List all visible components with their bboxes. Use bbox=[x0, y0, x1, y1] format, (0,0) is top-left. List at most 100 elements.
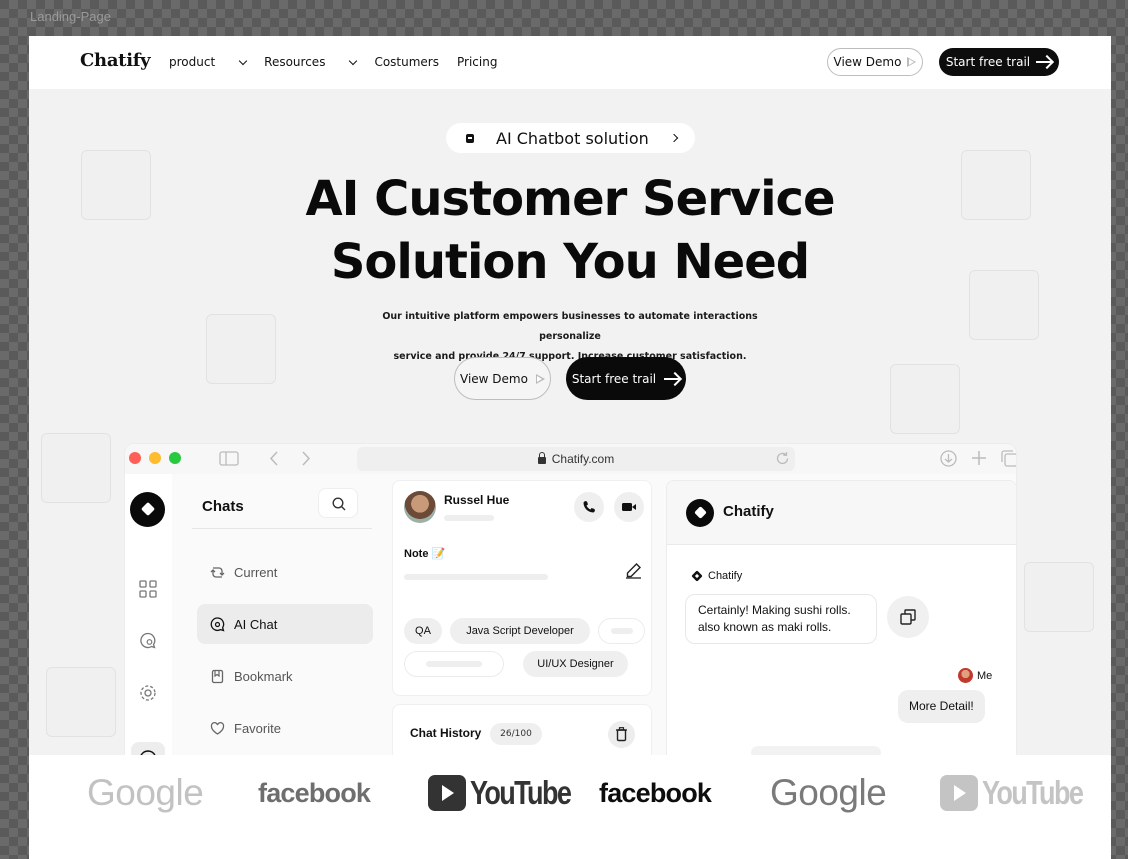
edit-icon[interactable] bbox=[625, 562, 642, 579]
logo-youtube-wordmark: YouTube bbox=[982, 774, 1084, 811]
chevron-right-icon bbox=[669, 133, 679, 143]
reload-icon[interactable] bbox=[775, 451, 790, 466]
hero-start-trial-label: Start free trail bbox=[571, 371, 657, 386]
forward-icon[interactable] bbox=[301, 451, 311, 466]
logo-google: Google bbox=[87, 772, 204, 813]
chevron-down-icon bbox=[349, 56, 358, 65]
conversation-panel: Chatify Chatify Certainly! Making sushi … bbox=[666, 480, 1016, 782]
pill-label: AI Chatbot solution bbox=[496, 128, 649, 148]
contact-profile-card: Russel Hue Note 📝 QA Java Script Develop… bbox=[392, 480, 652, 696]
chat-item-label: Favorite bbox=[234, 720, 281, 736]
nav-start-trial-label: Start free trail bbox=[945, 55, 1031, 69]
chat-item-current[interactable]: Current bbox=[197, 552, 373, 592]
brand-logo[interactable]: Chatify bbox=[80, 50, 151, 71]
youtube-play-icon bbox=[428, 775, 466, 811]
browser-toolbar: Chatify.com bbox=[125, 444, 1017, 474]
contact-name: Russel Hue bbox=[444, 493, 510, 507]
app-icon-rail: AI bbox=[125, 474, 172, 782]
tag-placeholder bbox=[598, 618, 645, 644]
bot-message-line1: Certainly! Making sushi rolls. bbox=[698, 603, 851, 617]
chat-item-ai-chat[interactable]: AI Chat bbox=[197, 604, 373, 644]
nav-pricing[interactable]: Pricing bbox=[457, 55, 497, 69]
nav-view-demo-button[interactable]: View Demo bbox=[827, 48, 923, 76]
heart-icon bbox=[210, 721, 225, 735]
decor-square bbox=[41, 433, 111, 503]
avatar bbox=[404, 491, 436, 523]
hero-subtitle: Our intuitive platform empowers business… bbox=[370, 307, 770, 367]
dashboard-icon[interactable] bbox=[139, 580, 157, 598]
play-icon bbox=[535, 373, 545, 384]
user-message: More Detail! bbox=[898, 690, 985, 723]
copy-button[interactable] bbox=[887, 596, 929, 638]
note-label: Note 📝 bbox=[404, 548, 446, 560]
hero-view-demo-button[interactable]: View Demo bbox=[454, 357, 551, 400]
placeholder-bar bbox=[426, 661, 482, 667]
hero-start-trial-button[interactable]: Start free trail bbox=[566, 357, 686, 400]
bookmark-icon bbox=[211, 669, 224, 683]
app-logo[interactable] bbox=[130, 492, 165, 527]
nav-view-demo-label: View Demo bbox=[833, 55, 902, 69]
maximize-dot[interactable] bbox=[169, 452, 181, 464]
close-dot[interactable] bbox=[129, 452, 141, 464]
partner-logos-strip: Google facebook YouTube facebook Google … bbox=[29, 755, 1111, 859]
ai-chatbot-pill[interactable]: AI Chatbot solution bbox=[446, 123, 695, 153]
chats-title: Chats bbox=[202, 498, 244, 515]
call-button[interactable] bbox=[574, 492, 604, 522]
hero-title-line1: AI Customer Service bbox=[305, 171, 835, 227]
chat-search-icon[interactable] bbox=[139, 632, 157, 650]
address-bar[interactable]: Chatify.com bbox=[357, 447, 795, 471]
chat-item-label: AI Chat bbox=[234, 616, 278, 632]
chats-panel: Chats Current AI Chat Bookmark Favorite bbox=[182, 474, 382, 782]
nav-resources[interactable]: Resources bbox=[264, 55, 358, 69]
robot-icon bbox=[466, 133, 474, 143]
phone-icon bbox=[583, 501, 595, 513]
play-icon bbox=[907, 57, 917, 67]
tag-qa[interactable]: QA bbox=[404, 618, 442, 644]
chat-item-bookmark[interactable]: Bookmark bbox=[197, 656, 373, 696]
nav-resources-label: Resources bbox=[264, 55, 326, 69]
placeholder-bar bbox=[610, 628, 633, 634]
settings-icon[interactable] bbox=[139, 684, 157, 702]
hero-view-demo-label: View Demo bbox=[460, 371, 528, 386]
chat-history-title: Chat History bbox=[410, 726, 482, 740]
youtube-play-icon bbox=[940, 775, 978, 811]
chat-item-favorite[interactable]: Favorite bbox=[197, 708, 373, 748]
nav-product[interactable]: product bbox=[169, 55, 248, 69]
chat-item-label: Bookmark bbox=[234, 668, 293, 684]
new-tab-icon[interactable] bbox=[971, 450, 987, 466]
decor-square bbox=[890, 364, 960, 434]
sidebar-toggle-icon[interactable] bbox=[219, 451, 239, 466]
me-avatar bbox=[958, 668, 973, 683]
video-call-button[interactable] bbox=[614, 492, 644, 522]
nav-customers[interactable]: Costumers bbox=[374, 55, 439, 69]
bot-sender-name: Chatify bbox=[708, 570, 743, 582]
bot-sender: Chatify bbox=[690, 569, 742, 583]
download-icon[interactable] bbox=[940, 450, 957, 467]
logo-facebook: facebook bbox=[599, 777, 712, 808]
url-text: Chatify.com bbox=[551, 452, 615, 466]
chats-search-button[interactable] bbox=[318, 488, 358, 518]
search-icon bbox=[332, 497, 346, 511]
lock-icon bbox=[537, 452, 546, 464]
divider bbox=[192, 528, 372, 529]
minimize-dot[interactable] bbox=[149, 452, 161, 464]
nav-start-trial-button[interactable]: Start free trail bbox=[939, 48, 1059, 76]
tag-js-developer[interactable]: Java Script Developer bbox=[450, 618, 590, 644]
refresh-icon bbox=[210, 566, 225, 578]
bot-avatar-icon bbox=[691, 570, 703, 582]
chatify-logo bbox=[686, 499, 714, 527]
me-sender: Me bbox=[958, 668, 992, 683]
hero-title-line2: Solution You Need bbox=[330, 234, 810, 290]
hero-subtitle-line1: Our intuitive platform empowers business… bbox=[382, 311, 758, 342]
ai-chat-icon bbox=[210, 616, 225, 631]
delete-history-button[interactable] bbox=[608, 721, 635, 748]
chat-history-count: 26/100 bbox=[490, 723, 542, 745]
bot-message: Certainly! Making sushi rolls. also know… bbox=[685, 594, 877, 644]
placeholder-bar bbox=[444, 515, 494, 521]
back-icon[interactable] bbox=[269, 451, 279, 466]
tabs-overview-icon[interactable] bbox=[1001, 450, 1017, 467]
trash-icon bbox=[616, 727, 627, 742]
logo-youtube-wordmark: YouTube bbox=[470, 774, 572, 811]
bot-message-line2: also known as maki rolls. bbox=[698, 620, 832, 634]
tag-uiux-designer[interactable]: UI/UX Designer bbox=[523, 651, 628, 677]
